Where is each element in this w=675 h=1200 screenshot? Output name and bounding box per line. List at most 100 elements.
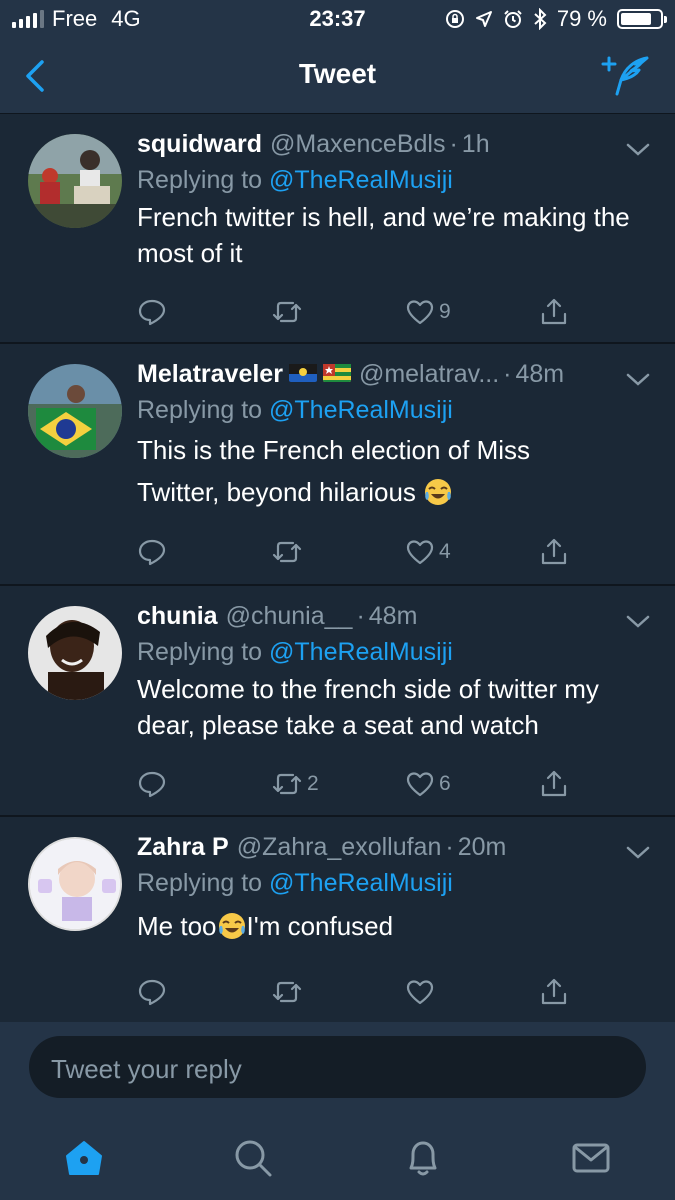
replying-to: Replying to @TheRealMusiji: [137, 869, 655, 898]
heart-icon: [406, 300, 434, 325]
tweet-text: Me too I'm confused: [137, 908, 655, 944]
share-button[interactable]: [539, 532, 569, 572]
retweet-count: 2: [307, 772, 319, 795]
rotation-lock-icon: [445, 10, 464, 28]
replying-to: Replying to @TheRealMusiji: [137, 396, 655, 425]
alarm-icon: [504, 10, 522, 28]
retweet-icon: [272, 541, 302, 563]
tweet-card[interactable]: Melatraveler @melatrav... · 48m Replying…: [0, 344, 675, 586]
retweet-button[interactable]: [271, 972, 307, 1012]
display-name[interactable]: Melatraveler: [137, 360, 283, 389]
tweet-text: This is the French election of Miss Twit…: [137, 429, 655, 513]
tweet-actions: [137, 972, 577, 1012]
reply-icon: [138, 979, 166, 1006]
mail-icon[interactable]: [569, 1136, 613, 1180]
tweet-card[interactable]: squidward @MaxenceBdls · 1h Replying to …: [0, 114, 675, 344]
separator-dot: ·: [356, 602, 365, 630]
avatar-image: [28, 134, 122, 228]
like-count: 4: [439, 540, 451, 563]
mention-link[interactable]: @TheRealMusiji: [269, 396, 453, 424]
reply-composer-bar: Tweet your reply: [0, 1022, 675, 1118]
mention-link[interactable]: @TheRealMusiji: [269, 638, 453, 666]
display-name[interactable]: chunia: [137, 602, 218, 631]
flag-emoji: [322, 362, 351, 382]
share-button[interactable]: [539, 292, 569, 332]
avatar-image: [28, 364, 122, 458]
share-button[interactable]: [539, 972, 569, 1012]
tweet-actions: 4: [137, 532, 577, 572]
tweet-text-after: I'm confused: [246, 911, 394, 941]
home-icon[interactable]: [62, 1136, 106, 1180]
flag-emoji: [288, 362, 317, 382]
battery-percent: 79 %: [556, 6, 607, 31]
avatar[interactable]: [28, 134, 122, 228]
display-name[interactable]: Zahra P: [137, 833, 229, 862]
tweet-text: French twitter is hell, and we’re making…: [137, 202, 630, 268]
like-button[interactable]: [405, 972, 439, 1012]
reply-button[interactable]: [137, 532, 167, 572]
share-icon: [541, 978, 567, 1005]
share-icon: [541, 298, 567, 325]
tears-of-joy-emoji-icon: [425, 479, 452, 505]
reply-button[interactable]: [137, 972, 167, 1012]
search-icon[interactable]: [231, 1136, 275, 1180]
retweet-button[interactable]: [271, 532, 307, 572]
like-button[interactable]: 4: [405, 532, 451, 572]
share-button[interactable]: [539, 764, 569, 804]
reply-input[interactable]: Tweet your reply: [29, 1036, 646, 1098]
mention-link[interactable]: @TheRealMusiji: [269, 869, 453, 897]
timestamp: 1h: [461, 130, 490, 158]
reply-button[interactable]: [137, 292, 167, 332]
replying-prefix: Replying to: [137, 166, 263, 194]
tweet-header: Melatraveler @melatrav... · 48m: [137, 360, 655, 392]
tweet-card[interactable]: chunia @chunia__ · 48m Replying to @TheR…: [0, 586, 675, 817]
tweet-actions: 2 6: [137, 764, 577, 804]
reply-icon: [138, 771, 166, 798]
like-button[interactable]: 9: [405, 292, 451, 332]
reply-list: squidward @MaxenceBdls · 1h Replying to …: [0, 114, 675, 1022]
retweet-button[interactable]: [271, 292, 307, 332]
tab-bar: [0, 1118, 675, 1200]
chevron-down-icon[interactable]: [625, 845, 651, 861]
bell-icon[interactable]: [401, 1136, 445, 1180]
avatar[interactable]: [28, 606, 122, 700]
heart-icon: [406, 540, 434, 565]
separator-dot: ·: [449, 130, 458, 158]
timestamp: 48m: [368, 602, 418, 630]
chevron-down-icon[interactable]: [625, 372, 651, 388]
like-count: 9: [439, 300, 451, 323]
retweet-icon: [272, 773, 302, 795]
like-button[interactable]: 6: [405, 764, 451, 804]
timestamp: 48m: [515, 360, 565, 388]
reply-icon: [138, 299, 166, 326]
tweet-actions: 9: [137, 292, 577, 332]
user-handle[interactable]: @chunia__: [226, 602, 353, 631]
display-name[interactable]: squidward: [137, 130, 262, 159]
user-handle[interactable]: @MaxenceBdls: [270, 130, 445, 159]
tweet-header: chunia @chunia__ · 48m: [137, 602, 655, 634]
tweet-header: squidward @MaxenceBdls · 1h: [137, 130, 655, 162]
user-handle[interactable]: @Zahra_exollufan: [237, 833, 442, 862]
avatar[interactable]: [28, 364, 122, 458]
chevron-down-icon[interactable]: [625, 142, 651, 158]
retweet-button[interactable]: 2: [271, 764, 319, 804]
chevron-down-icon[interactable]: [625, 614, 651, 630]
mention-link[interactable]: @TheRealMusiji: [269, 166, 453, 194]
tears-of-joy-emoji-icon: [218, 913, 245, 939]
bluetooth-icon: [534, 8, 547, 30]
tweet-card[interactable]: Zahra P @Zahra_exollufan · 20m Replying …: [0, 817, 675, 1022]
replying-prefix: Replying to: [137, 869, 263, 897]
battery-icon: [617, 9, 667, 29]
like-count: 6: [439, 772, 451, 795]
timestamp: 20m: [457, 833, 507, 861]
status-right: 79 %: [445, 6, 667, 32]
avatar[interactable]: [28, 837, 122, 931]
compose-tweet-icon[interactable]: [601, 54, 651, 98]
reply-icon: [138, 539, 166, 566]
tweet-text: Welcome to the french side of twitter my…: [137, 674, 599, 740]
tweet-header: Zahra P @Zahra_exollufan · 20m: [137, 833, 655, 865]
tweet-text-before: Me too: [137, 911, 217, 941]
reply-button[interactable]: [137, 764, 167, 804]
share-icon: [541, 770, 567, 797]
user-handle[interactable]: @melatrav...: [359, 360, 499, 389]
